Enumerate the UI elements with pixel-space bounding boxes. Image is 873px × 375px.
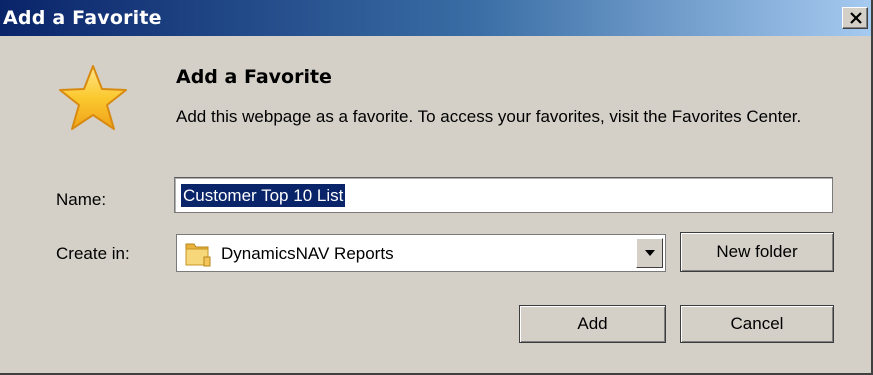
create-in-value: DynamicsNAV Reports [221,244,394,263]
close-icon [850,12,862,24]
name-label: Name: [56,190,107,209]
name-input-value: Customer Top 10 List [181,184,346,207]
dialog-heading: Add a Favorite [176,66,332,88]
close-button[interactable] [842,7,868,29]
chevron-down-icon [645,250,655,256]
create-in-label: Create in: [56,244,130,263]
cancel-button[interactable]: Cancel [680,305,834,343]
add-button[interactable]: Add [519,305,666,343]
title-bar[interactable]: Add a Favorite [0,0,871,36]
dropdown-button[interactable] [636,238,663,268]
window-title: Add a Favorite [3,7,162,29]
star-icon [59,65,127,130]
add-favorite-dialog: Add a Favorite Add a Favorite Add this w… [0,0,873,375]
folder-icon [185,243,211,267]
new-folder-button[interactable]: New folder [680,232,834,272]
create-in-select[interactable]: DynamicsNAV Reports [176,234,666,272]
dialog-description: Add this webpage as a favorite. To acces… [176,107,802,126]
name-input[interactable]: Customer Top 10 List [174,177,833,213]
